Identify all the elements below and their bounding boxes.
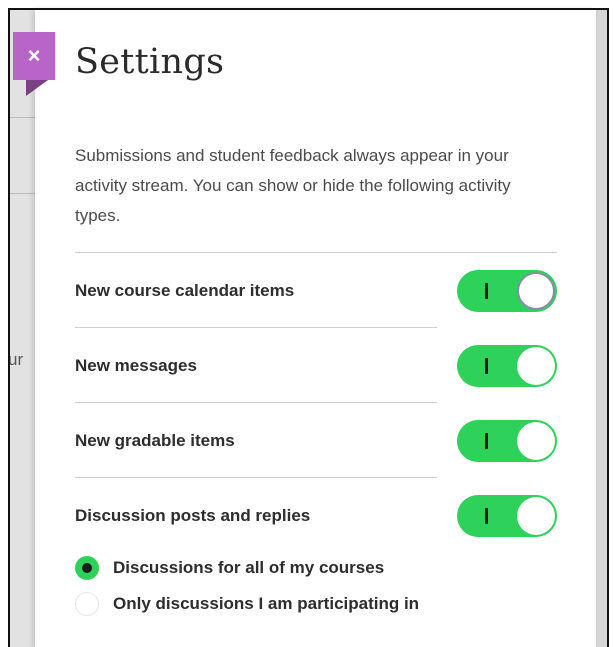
capture-border [8,8,609,647]
screenshot-frame: ur × Settings Submissions and student fe… [0,0,613,647]
